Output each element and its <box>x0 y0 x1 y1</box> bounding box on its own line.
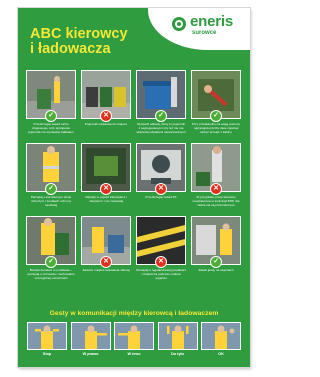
rule-card: ✕ W przypadku pracy kierowcy nieobsłużon… <box>191 143 241 213</box>
rule-card: ✓ Sprawdź odpady, który to pojemnik z se… <box>136 70 186 140</box>
rule-card: ✓ Przy przeładunku na wagę pomocy najmni… <box>191 70 241 140</box>
gesture-card: Do tyłu <box>157 322 198 360</box>
check-icon: ✓ <box>210 110 222 122</box>
rule-caption: Przestrzegaj zasad ruchu drogowego, przy… <box>28 122 74 134</box>
cross-icon: ✕ <box>100 256 112 268</box>
rule-caption: Sprawdź odpady, który to pojemnik z segr… <box>136 122 186 134</box>
gesture-label: W lewo <box>127 352 141 356</box>
gesture-photo <box>157 322 198 350</box>
poster-title: ABC kierowcy i ładowacza <box>30 27 150 57</box>
rule-caption: W przypadku pracy kierowcy nieobsłużona … <box>192 195 240 207</box>
cross-icon: ✕ <box>100 110 112 122</box>
gesture-photo <box>114 322 154 350</box>
rule-caption: Pamiętaj o kompletnym stroju roboczym i … <box>30 195 72 207</box>
gesture-card: W lewo <box>114 322 154 360</box>
brand-subtitle: surowce <box>192 30 217 36</box>
rule-card: ✕ Zawsze miejsce ładowania zbieraj <box>81 216 131 286</box>
check-icon: ✓ <box>45 110 57 122</box>
rule-caption: Pamiętaj o regulaminowej prędkości i zwł… <box>136 268 186 280</box>
gesture-photo <box>27 322 67 350</box>
gesture-card: Stop <box>27 322 67 360</box>
gesture-label: W prawo <box>82 352 99 356</box>
gesture-card: W prawo <box>70 322 111 360</box>
rule-card: ✕ Pamiętaj o regulaminowej prędkości i z… <box>136 216 186 286</box>
gestures-title: Gesty w komunikacji między kierowcą i ła… <box>49 310 219 317</box>
rule-card: ✓ Pamiętaj o kompletnym stroju roboczym … <box>26 143 76 213</box>
rule-card: ✓ Zakaz jazdy na stopniach <box>191 216 241 286</box>
check-icon: ✓ <box>210 256 222 268</box>
rule-caption: Przestrzegaj zasad 3S <box>145 195 177 199</box>
gestures-row: Stop W prawo W lewo Do tyłu OK <box>27 322 241 360</box>
gesture-photo <box>70 322 111 350</box>
rule-caption: Zakaz jazdy na stopniach <box>198 268 234 272</box>
check-icon: ✓ <box>155 110 167 122</box>
brand-name: eneris <box>190 13 233 30</box>
poster: eneris surowce ABC kierowcy i ładowacza … <box>18 8 250 367</box>
gesture-label: Stop <box>42 352 52 356</box>
logo: eneris surowce <box>148 8 250 50</box>
rule-caption: Przy przeładunku na wagę pomocy najmniej… <box>191 122 241 134</box>
cross-icon: ✕ <box>155 183 167 195</box>
rule-caption: Odpady w pojazd zabezpiecz i ubezpiecz i… <box>85 195 127 203</box>
gesture-label: Do tyłu <box>171 352 184 356</box>
gesture-photo <box>201 322 241 350</box>
title-line-2: i ładowacza <box>30 41 111 57</box>
check-icon: ✓ <box>45 256 57 268</box>
rule-card: ✓ Bezpieczeństwo to podstawa – pamiętaj … <box>26 216 76 286</box>
rule-card: ✓ Przestrzegaj zasad ruchu drogowego, pr… <box>26 70 76 140</box>
rule-card: ✕ Przestrzegaj zasad 3S <box>136 143 186 213</box>
rule-caption: Zawsze miejsce ładowania zbieraj <box>82 268 130 272</box>
rule-card: ✕ Odpady w pojazd zabezpiecz i ubezpiecz… <box>81 143 131 213</box>
rule-caption: Pojemnik odstawiaj na miejsce <box>84 122 128 126</box>
title-line-1: ABC kierowcy <box>30 26 128 42</box>
rule-caption: Bezpieczeństwo to podstawa – pamiętaj o … <box>27 268 75 280</box>
rules-grid: ✓ Przestrzegaj zasad ruchu drogowego, pr… <box>26 70 242 286</box>
cross-icon: ✕ <box>155 256 167 268</box>
cross-icon: ✕ <box>210 183 222 195</box>
gesture-card: OK <box>201 322 241 360</box>
eneris-logo-icon <box>172 17 186 31</box>
rule-card: ✕ Pojemnik odstawiaj na miejsce <box>81 70 131 140</box>
poster-header: eneris surowce ABC kierowcy i ładowacza <box>18 8 250 72</box>
cross-icon: ✕ <box>100 183 112 195</box>
gesture-label: OK <box>218 352 224 356</box>
check-icon: ✓ <box>45 183 57 195</box>
